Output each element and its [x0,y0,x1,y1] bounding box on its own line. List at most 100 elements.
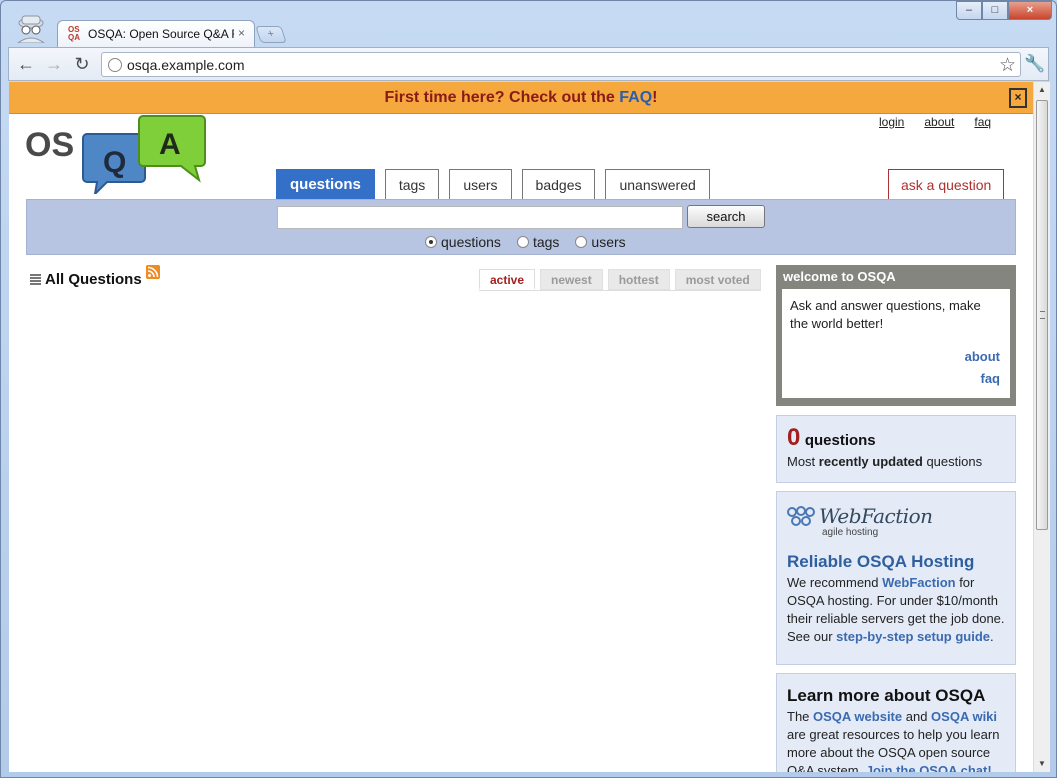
scroll-thumb[interactable] [1036,100,1048,530]
welcome-box: welcome to OSQA Ask and answer questions… [776,265,1016,406]
title-bar: OS QA OSQA: Open Source Q&A F × + – □ × [1,1,1056,47]
webfaction-dots-icon [787,506,815,526]
hosting-text-3: . [990,629,994,644]
back-arrow-icon[interactable]: ← [15,53,37,75]
faq-link[interactable]: faq [974,115,991,129]
sort-active[interactable]: active [479,269,536,290]
osqa-wiki-link[interactable]: OSQA wiki [931,709,997,724]
welcome-about-link[interactable]: about [965,348,1000,366]
webfaction-link[interactable]: WebFaction [882,575,955,590]
scope-label: users [591,234,626,250]
vertical-scrollbar[interactable]: ▲ ▼ [1033,82,1050,772]
welcome-content: Ask and answer questions, make the world… [782,289,1010,398]
tab-badges[interactable]: badges [521,169,596,199]
sort-most-voted[interactable]: most voted [674,269,761,290]
browser-toolbar: ← → ↻ osqa.example.com ☆ 🔧 [8,47,1049,81]
search-button[interactable]: search [687,205,765,228]
count-sub-prefix: Most [787,454,819,469]
hosting-text: We recommend WebFaction for OSQA hosting… [787,574,1005,646]
sort-newest[interactable]: newest [540,269,603,290]
notification-close-button[interactable]: × [1009,88,1027,108]
list-icon [30,273,41,286]
browser-window: OS QA OSQA: Open Source Q&A F × + – □ × … [0,0,1057,778]
search-input[interactable] [277,206,683,229]
learn-text: The OSQA website and OSQA wiki are great… [787,708,1005,772]
question-count-label: questions [804,432,876,449]
page-title-text: All Questions [45,271,142,288]
wrench-menu-icon[interactable]: 🔧 [1024,54,1045,74]
webfaction-logo[interactable]: WebFaction agile hosting [787,502,1005,542]
search-bar: search questions tags users [26,199,1016,255]
about-link[interactable]: about [924,115,954,129]
webfaction-tagline: agile hosting [822,527,879,538]
browser-tab[interactable]: OS QA OSQA: Open Source Q&A F × [57,20,255,47]
scope-users[interactable]: users [575,234,626,250]
hosting-title[interactable]: Reliable OSQA Hosting [787,552,1005,572]
count-sub-bold: recently updated [818,454,923,469]
radio-icon [575,236,588,248]
forward-arrow-icon[interactable]: → [43,53,65,75]
scope-questions[interactable]: questions [425,234,501,250]
window-controls: – □ × [956,1,1052,21]
learn-text-2: and [902,709,932,724]
question-count-subtitle: Most recently updated questions [787,454,1005,469]
new-tab-button[interactable]: + [255,26,287,43]
address-bar[interactable]: osqa.example.com ☆ [101,52,1021,77]
sort-divider [479,290,761,291]
ask-question-button[interactable]: ask a question [888,169,1005,199]
scroll-down-icon[interactable]: ▼ [1034,756,1050,772]
globe-icon [108,58,122,72]
search-scope: questions tags users [425,234,626,250]
count-sub-suffix: questions [922,454,983,469]
radio-selected-icon [425,236,437,248]
bookmark-star-icon[interactable]: ☆ [999,54,1016,77]
welcome-faq-link[interactable]: faq [981,370,1001,388]
learn-text-1: The [787,709,814,724]
incognito-icon [17,15,45,43]
reload-icon[interactable]: ↻ [71,53,93,75]
tab-close-icon[interactable]: × [238,26,245,40]
setup-guide-link[interactable]: step-by-step setup guide [836,629,990,644]
tab-unanswered[interactable]: unanswered [605,169,710,199]
logo-a-text: A [159,128,181,161]
tab-users[interactable]: users [449,169,512,199]
question-count: 0 [787,424,801,451]
scroll-up-icon[interactable]: ▲ [1034,82,1050,98]
hosting-text-1: We recommend [787,575,883,590]
page-title: All Questions [30,271,142,288]
scope-label: tags [532,234,560,250]
notification-faq-link[interactable]: FAQ [619,89,652,106]
logo-q-text: Q [103,146,126,179]
logo-os-text: OS [25,126,74,164]
login-link[interactable]: login [879,115,904,129]
rss-feed-icon[interactable] [146,265,160,279]
learn-more-box: Learn more about OSQA The OSQA website a… [776,673,1016,772]
welcome-text: Ask and answer questions, make the world… [790,298,981,331]
close-window-button[interactable]: × [1008,1,1052,20]
tab-questions[interactable]: questions [276,169,375,199]
radio-icon [516,236,529,248]
notification-text-end: ! [652,89,658,106]
notification-bar: First time here? Check out the FAQ! × [9,82,1033,114]
osqa-chat-link[interactable]: Join the OSQA chat! [866,763,992,772]
webfaction-name: WebFaction [819,504,933,528]
tab-title: OSQA: Open Source Q&A F [88,27,234,41]
scope-label: questions [441,234,501,250]
sort-hottest[interactable]: hottest [607,269,670,290]
hosting-box: WebFaction agile hosting Reliable OSQA H… [776,491,1016,665]
welcome-title: welcome to OSQA [783,269,896,284]
main-nav: questions tags users badges unanswered [276,169,710,199]
url-text: osqa.example.com [127,57,245,73]
scope-tags[interactable]: tags [516,234,560,250]
question-count-box: 0 questions Most recently updated questi… [776,415,1016,483]
sort-tabs: active newest hottest most voted [479,269,761,290]
tab-tags[interactable]: tags [384,169,440,199]
maximize-button[interactable]: □ [982,1,1008,20]
osqa-website-link[interactable]: OSQA website [813,709,902,724]
learn-title: Learn more about OSQA [787,686,986,705]
top-links: login about faq [879,115,991,129]
notification-text: First time here? Check out the [384,89,620,106]
page-viewport: First time here? Check out the FAQ! × OS… [9,82,1033,772]
osqa-logo[interactable]: OS Q A [25,114,210,194]
minimize-button[interactable]: – [956,1,982,20]
